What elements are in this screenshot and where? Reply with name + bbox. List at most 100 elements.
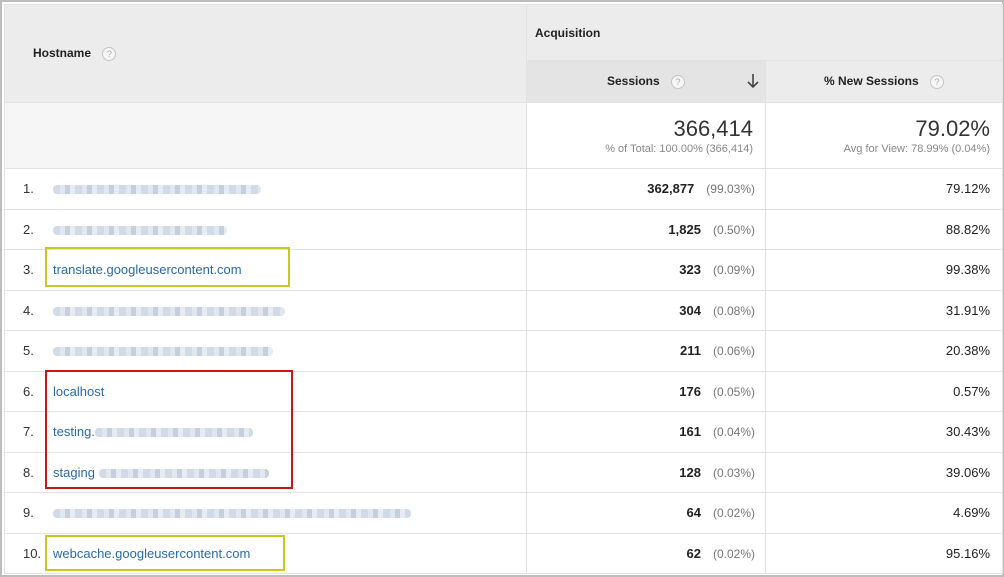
- new-sessions-cell: 95.16%: [765, 532, 1003, 574]
- new-sessions-cell: 0.57%: [765, 370, 1003, 412]
- sessions-percent: (0.03%): [712, 465, 755, 480]
- hostname-link[interactable]: staging: [53, 465, 95, 480]
- sessions-value: 62: [686, 545, 701, 561]
- row-number: 6.: [23, 383, 34, 399]
- hostname-column-header[interactable]: Hostname ?: [4, 4, 527, 103]
- sessions-value: 211: [679, 343, 701, 359]
- hostname-cell: 7. testing.: [4, 411, 527, 453]
- hostname-link[interactable]: testing.: [53, 424, 95, 439]
- sessions-cell: 304 (0.08%): [526, 289, 766, 331]
- redacted-hostname: [53, 347, 273, 357]
- acquisition-label: Acquisition: [535, 25, 601, 40]
- sessions-cell: 64 (0.02%): [526, 492, 766, 534]
- sessions-percent: (0.04%): [712, 425, 755, 440]
- sessions-total-cell: 366,414 % of Total: 100.00% (366,414): [526, 102, 766, 169]
- sessions-cell: 161 (0.04%): [526, 411, 766, 453]
- new-sessions-cell: 99.38%: [765, 249, 1003, 291]
- sessions-column-header[interactable]: Sessions ?: [526, 60, 766, 103]
- redacted-hostname: [94, 428, 253, 438]
- sessions-percent: (0.02%): [712, 546, 755, 561]
- row-number: 3.: [23, 262, 34, 278]
- redacted-hostname: [53, 225, 227, 235]
- hostname-cell: 4.: [4, 289, 527, 331]
- arrow-down-icon[interactable]: [745, 72, 761, 90]
- sessions-cell: 323 (0.09%): [526, 249, 766, 291]
- row-number: 2.: [23, 221, 34, 237]
- table-row[interactable]: 7. testing. 161 (0.04%) 30.43%: [4, 411, 1003, 453]
- sessions-value: 304: [679, 302, 701, 318]
- table-row[interactable]: 4. 304 (0.08%) 31.91%: [4, 289, 1003, 331]
- hostname-cell: 10. webcache.googleusercontent.com: [4, 532, 527, 574]
- hostname-link[interactable]: webcache.googleusercontent.com: [53, 546, 250, 561]
- help-icon[interactable]: ?: [671, 74, 686, 89]
- report-frame: Hostname ? Acquisition Sessions ? % New …: [0, 0, 1004, 577]
- table-row[interactable]: 1. 362,877 (99.03%) 79.12%: [4, 168, 1003, 210]
- help-icon[interactable]: ?: [930, 74, 945, 89]
- new-sessions-cell: 31.91%: [765, 289, 1003, 331]
- sessions-cell: 1,825 (0.50%): [526, 208, 766, 250]
- acquisition-group-header: Acquisition: [526, 4, 1003, 61]
- sessions-total-sub: % of Total: 100.00% (366,414): [605, 142, 753, 155]
- sessions-cell: 211 (0.06%): [526, 330, 766, 372]
- hostname-cell: 9.: [4, 492, 527, 534]
- sessions-percent: (99.03%): [706, 182, 755, 197]
- sessions-percent: (0.05%): [712, 384, 755, 399]
- row-number: 7.: [23, 424, 34, 440]
- new-sessions-total-cell: 79.02% Avg for View: 78.99% (0.04%): [765, 102, 1003, 169]
- table-row[interactable]: 8. staging 128 (0.03%) 39.06%: [4, 451, 1003, 493]
- new-sessions-cell: 4.69%: [765, 492, 1003, 534]
- new-sessions-cell: 88.82%: [765, 208, 1003, 250]
- redacted-hostname: [53, 509, 411, 519]
- table-row[interactable]: 2. 1,825 (0.50%) 88.82%: [4, 208, 1003, 250]
- sessions-percent: (0.08%): [712, 303, 755, 318]
- row-number: 8.: [23, 464, 34, 480]
- new-sessions-cell: 79.12%: [765, 168, 1003, 210]
- table-row[interactable]: 6. localhost 176 (0.05%) 0.57%: [4, 370, 1003, 412]
- hostname-cell: 3. translate.googleusercontent.com: [4, 249, 527, 291]
- help-icon[interactable]: ?: [102, 46, 117, 61]
- sessions-cell: 62 (0.02%): [526, 532, 766, 574]
- sessions-percent: (0.06%): [712, 344, 755, 359]
- hostname-header-label: Hostname: [33, 46, 92, 61]
- sessions-cell: 362,877 (99.03%): [526, 168, 766, 210]
- sessions-percent: (0.09%): [712, 263, 755, 278]
- totals-label-cell: [4, 102, 527, 169]
- new-sessions-cell: 30.43%: [765, 411, 1003, 453]
- row-number: 1.: [23, 181, 34, 197]
- row-number: 4.: [23, 302, 34, 318]
- row-number: 5.: [23, 343, 34, 359]
- hostname-cell: 1.: [4, 168, 527, 210]
- row-number: 10.: [23, 545, 42, 561]
- sessions-total: 366,414: [673, 115, 753, 141]
- redacted-hostname: [53, 185, 261, 195]
- table-row[interactable]: 10. webcache.googleusercontent.com 62 (0.0…: [4, 532, 1003, 574]
- table-row[interactable]: 5. 211 (0.06%) 20.38%: [4, 330, 1003, 372]
- hostname-link[interactable]: translate.googleusercontent.com: [53, 262, 242, 277]
- sessions-value: 161: [679, 424, 701, 440]
- sessions-cell: 128 (0.03%): [526, 451, 766, 493]
- new-sessions-column-header[interactable]: % New Sessions ?: [765, 60, 1003, 103]
- table-row[interactable]: 9. 64 (0.02%) 4.69%: [4, 492, 1003, 534]
- hostname-cell: 6. localhost: [4, 370, 527, 412]
- new-sessions-cell: 39.06%: [765, 451, 1003, 493]
- hostname-cell: 8. staging: [4, 451, 527, 493]
- row-number: 9.: [23, 505, 34, 521]
- sessions-cell: 176 (0.05%): [526, 370, 766, 412]
- table-row[interactable]: 3. translate.googleusercontent.com 323 (0.…: [4, 249, 1003, 291]
- redacted-hostname: [98, 468, 269, 478]
- sessions-percent: (0.02%): [712, 506, 755, 521]
- sessions-value: 362,877: [647, 181, 695, 197]
- hostname-cell: 5.: [4, 330, 527, 372]
- redacted-hostname: [53, 306, 285, 316]
- sessions-value: 128: [679, 464, 701, 480]
- sessions-value: 64: [686, 505, 701, 521]
- sessions-value: 1,825: [668, 221, 701, 237]
- new-sessions-total-sub: Avg for View: 78.99% (0.04%): [843, 142, 990, 155]
- hostname-link[interactable]: localhost: [53, 384, 104, 399]
- sessions-header-label: Sessions: [606, 74, 660, 89]
- hostname-cell: 2.: [4, 208, 527, 250]
- hostname-report-table: Hostname ? Acquisition Sessions ? % New …: [4, 4, 1003, 574]
- new-sessions-header-label: % New Sessions: [823, 74, 919, 89]
- totals-row: 366,414 % of Total: 100.00% (366,414) 79…: [4, 102, 1003, 169]
- new-sessions-cell: 20.38%: [765, 330, 1003, 372]
